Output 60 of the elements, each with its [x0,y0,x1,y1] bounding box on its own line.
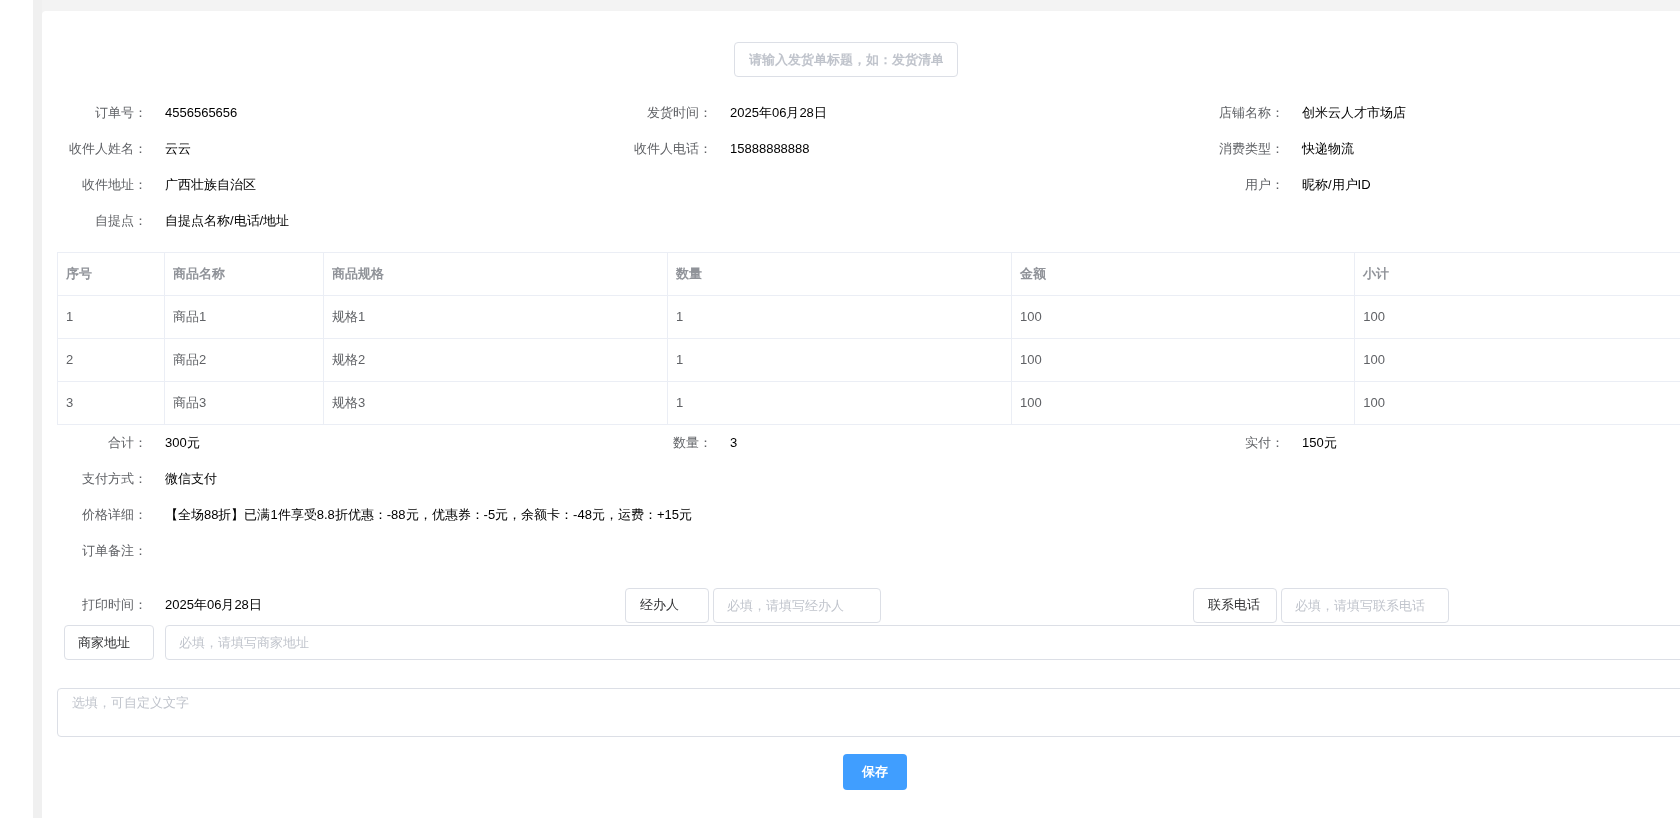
field-value: 2025年06月28日 [165,596,262,615]
field-value: 广西壮族自治区 [165,176,256,195]
column-header: 商品名称 [164,252,324,296]
table-cell: 商品2 [164,338,324,382]
table-cell: 2 [57,338,165,382]
table-cell: 规格2 [323,338,668,382]
field-label: 支付方式： [81,470,148,489]
field-value: 300元 [165,434,200,453]
table-cell: 1 [57,295,165,339]
field-value: 快递物流 [1302,140,1354,159]
field-value: 15888888888 [730,140,810,159]
field-value: 2025年06月28日 [730,104,827,123]
table-cell: 规格3 [323,381,668,425]
merchant-address-button[interactable]: 商家地址 [64,625,154,660]
remark-textarea[interactable]: 选填，可自定义文字 [57,688,1680,737]
field-label: 订单备注： [81,542,148,561]
column-header: 小计 [1354,252,1680,296]
table-cell: 100 [1011,338,1355,382]
table-cell: 1 [667,381,1012,425]
field-value: 微信支付 [165,470,217,489]
column-header: 数量 [667,252,1012,296]
field-label: 收件人电话： [633,140,713,159]
field-value: 150元 [1302,434,1337,453]
field-value: 4556565656 [165,104,238,123]
field-label: 收件人姓名： [68,140,148,159]
field-label: 自提点： [94,212,148,231]
field-label: 发货时间： [646,104,713,123]
field-value: 昵称/用户ID [1302,176,1371,195]
contact-phone-button[interactable]: 联系电话 [1193,587,1277,623]
column-header: 金额 [1011,252,1355,296]
handler-button[interactable]: 经办人 [625,587,709,623]
field-label: 打印时间： [81,596,148,615]
column-header: 商品规格 [323,252,668,296]
field-label: 订单号： [94,104,148,123]
table-cell: 100 [1011,295,1355,339]
field-value: 【全场88折】已满1件享受8.8折优惠：-88元，优惠券：-5元，余额卡：-48元，运费：+15元 [165,506,692,525]
field-label: 数量： [672,434,713,453]
field-label: 消费类型： [1218,140,1285,159]
field-label: 价格详细： [81,506,148,525]
table-cell: 100 [1011,381,1355,425]
field-label: 合计： [107,434,148,453]
table-cell: 商品1 [164,295,324,339]
field-value: 3 [730,434,738,453]
merchant-address-input[interactable]: 必填，请填写商家地址 [165,625,1680,660]
field-value: 自提点名称/电话/地址 [165,212,290,231]
field-label: 店铺名称： [1218,104,1285,123]
table-cell: 1 [667,338,1012,382]
table-cell: 1 [667,295,1012,339]
field-value: 云云 [165,140,191,159]
field-label: 实付： [1244,434,1285,453]
column-header: 序号 [57,252,165,296]
handler-input[interactable]: 必填，请填写经办人 [713,587,881,623]
table-cell: 3 [57,381,165,425]
table-cell: 商品3 [164,381,324,425]
field-label: 收件地址： [81,176,148,195]
field-value: 创米云人才市场店 [1302,104,1406,123]
title-input[interactable]: 请输入发货单标题，如：发货清单 [734,42,958,77]
field-label: 用户： [1244,176,1285,195]
contact-phone-input[interactable]: 必填，请填写联系电话 [1281,587,1449,623]
table-cell: 规格1 [323,295,668,339]
